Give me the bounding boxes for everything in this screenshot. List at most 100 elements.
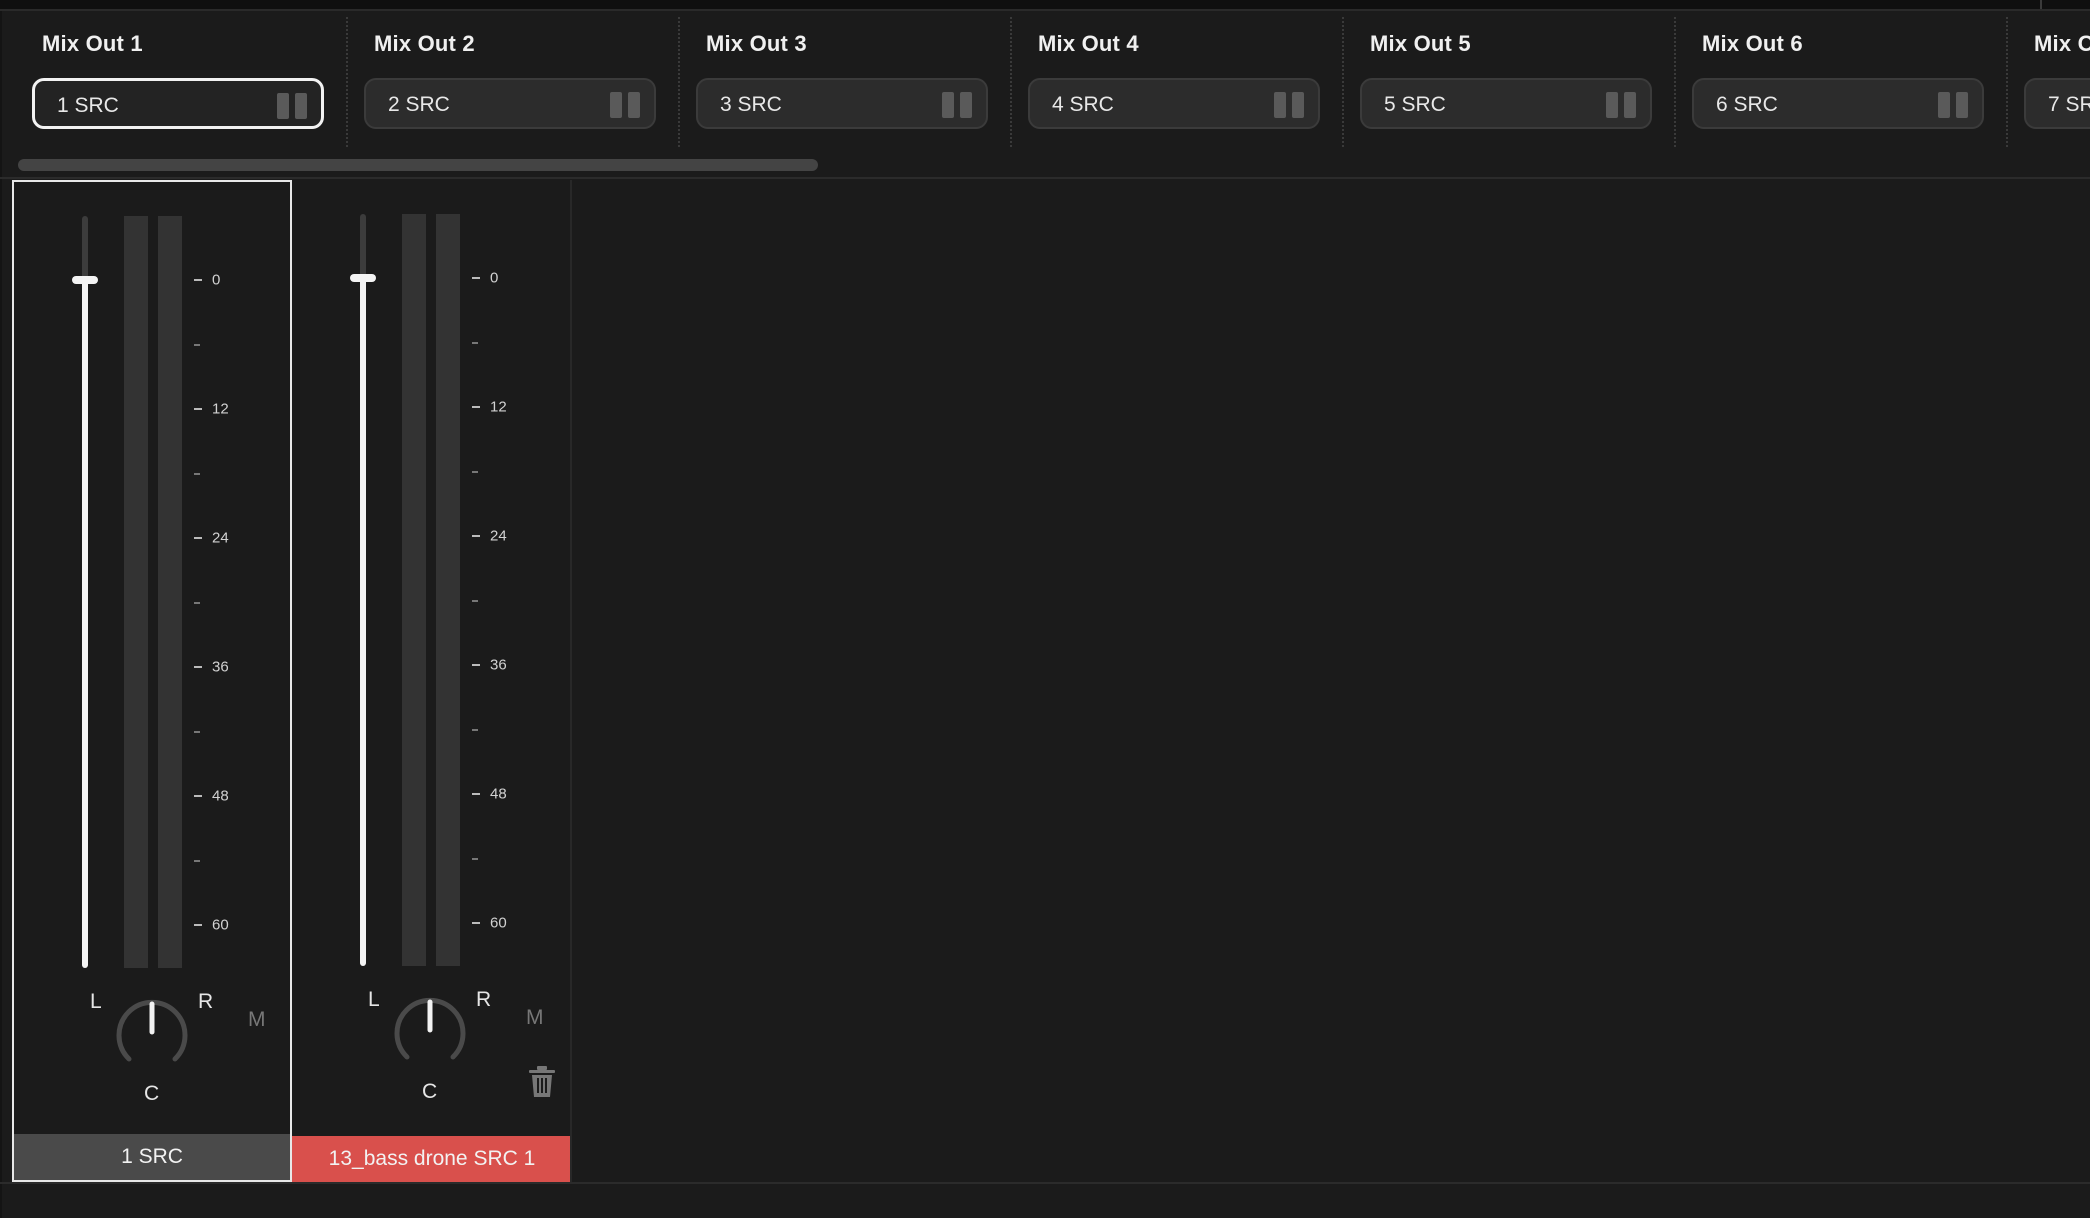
column-separator <box>346 17 348 147</box>
mix-out-title: Mix Out 1 <box>42 31 143 56</box>
scale-label: 48 <box>490 785 507 803</box>
stereo-pair-icon <box>942 92 972 118</box>
source-selector-label: 4 SRC <box>1052 93 1114 116</box>
column-separator <box>1342 17 1344 147</box>
pan-knob-icon[interactable] <box>390 994 470 1074</box>
scale-minor-tick <box>472 470 478 473</box>
scale-label: 36 <box>212 658 229 676</box>
horizontal-scrollbar[interactable] <box>18 159 818 171</box>
stereo-pair-icon <box>1938 92 1968 118</box>
source-selector-label: 3 SRC <box>720 93 782 116</box>
scale-label: 0 <box>490 269 499 287</box>
scale-tick <box>194 408 202 410</box>
scale-minor-tick <box>472 857 478 860</box>
bottom-divider <box>0 1182 2090 1184</box>
scale-label: 0 <box>212 271 221 289</box>
mix-out-6: Mix Out 6 6 SRC <box>1674 11 2006 151</box>
source-selector-label: 6 SRC <box>1716 93 1778 116</box>
scale-label: 24 <box>490 527 507 545</box>
scale-label: 48 <box>212 787 229 805</box>
scale-minor-tick <box>472 728 478 731</box>
column-separator <box>1010 17 1012 147</box>
scale-tick <box>194 924 202 926</box>
channel-strip[interactable]: 0 12 24 36 48 60 L R C M 13_bass drone SRC 1 <box>292 180 572 1182</box>
scale-tick <box>472 535 480 537</box>
column-separator <box>2006 17 2008 147</box>
trash-icon[interactable] <box>526 1064 558 1100</box>
pan-knob-icon[interactable] <box>112 996 192 1076</box>
source-selector-label: 5 SRC <box>1384 93 1446 116</box>
scale-minor-tick <box>194 343 200 346</box>
mix-out-5: Mix Out 5 5 SRC <box>1342 11 1674 151</box>
channel-name[interactable]: 1 SRC <box>14 1134 290 1180</box>
db-scale: 0 12 24 36 48 60 <box>472 214 552 966</box>
scale-minor-tick <box>194 859 200 862</box>
mix-out-title: Mix Out 5 <box>1370 31 1471 56</box>
fader-handle[interactable] <box>350 274 376 282</box>
scale-minor-tick <box>472 599 478 602</box>
mix-out-7: Mix Out 7 7 SRC <box>2006 11 2090 151</box>
scale-tick <box>194 666 202 668</box>
stereo-pair-icon <box>1274 92 1304 118</box>
mix-out-title: Mix Out 2 <box>374 31 475 56</box>
stereo-pair-icon <box>610 92 640 118</box>
db-scale: 0 12 24 36 48 60 <box>194 216 274 968</box>
stereo-pair-icon <box>1606 92 1636 118</box>
source-selector[interactable]: 4 SRC <box>1028 78 1320 129</box>
column-separator <box>678 17 680 147</box>
source-selector[interactable]: 5 SRC <box>1360 78 1652 129</box>
scale-tick <box>472 664 480 666</box>
scale-minor-tick <box>194 730 200 733</box>
mix-out-4: Mix Out 4 4 SRC <box>1010 11 1342 151</box>
scale-tick <box>194 795 202 797</box>
pan-center-label: C <box>422 1080 438 1103</box>
mute-button[interactable]: M <box>526 1006 544 1030</box>
scale-tick <box>194 279 202 281</box>
mix-out-3: Mix Out 3 3 SRC <box>678 11 1010 151</box>
pan-right-label: R <box>476 988 492 1011</box>
mix-out-title: Mix Out 3 <box>706 31 807 56</box>
channel-strip[interactable]: 0 12 24 36 48 60 L R C M 1 SRC <box>12 180 292 1182</box>
mute-button[interactable]: M <box>248 1008 266 1032</box>
scale-minor-tick <box>194 601 200 604</box>
scale-minor-tick <box>472 341 478 344</box>
pan-right-label: R <box>198 990 214 1013</box>
source-selector[interactable]: 6 SRC <box>1692 78 1984 129</box>
source-selector-label: 2 SRC <box>388 93 450 116</box>
source-selector[interactable]: 3 SRC <box>696 78 988 129</box>
mix-out-title: Mix Out 6 <box>1702 31 1803 56</box>
mix-out-2: Mix Out 2 2 SRC <box>346 11 678 151</box>
left-edge <box>0 11 2 1218</box>
fader-handle[interactable] <box>72 276 98 284</box>
channel-name[interactable]: 13_bass drone SRC 1 <box>292 1136 572 1182</box>
mix-out-1: Mix Out 1 1 SRC <box>14 11 346 151</box>
scale-label: 12 <box>490 398 507 416</box>
fader-fill <box>82 280 88 968</box>
scale-label: 24 <box>212 529 229 547</box>
scale-tick <box>472 277 480 279</box>
level-meter-left <box>402 214 426 966</box>
pan-left-label: L <box>90 990 102 1013</box>
pan-center-label: C <box>144 1082 160 1105</box>
scale-tick <box>472 922 480 924</box>
mix-out-title: Mix Out 4 <box>1038 31 1139 56</box>
column-separator <box>1674 17 1676 147</box>
level-meter-right <box>158 216 182 968</box>
source-selector[interactable]: 7 SRC <box>2024 78 2090 129</box>
top-border-mark <box>2040 0 2042 9</box>
scale-tick <box>472 793 480 795</box>
volume-fader[interactable] <box>350 214 376 966</box>
scale-label: 60 <box>212 916 229 934</box>
scale-minor-tick <box>194 472 200 475</box>
level-meter-left <box>124 216 148 968</box>
mix-output-bar: Mix Out 1 1 SRC Mix Out 2 2 SRC Mix Out … <box>0 11 2090 151</box>
source-selector[interactable]: 2 SRC <box>364 78 656 129</box>
source-selector[interactable]: 1 SRC <box>32 78 324 129</box>
volume-fader[interactable] <box>72 216 98 968</box>
stereo-pair-icon <box>277 93 307 119</box>
pan-left-label: L <box>368 988 380 1011</box>
scrollbar-thumb[interactable] <box>18 159 818 171</box>
scale-label: 60 <box>490 914 507 932</box>
strips-divider <box>570 180 572 1182</box>
source-selector-label: 7 SRC <box>2048 93 2090 116</box>
